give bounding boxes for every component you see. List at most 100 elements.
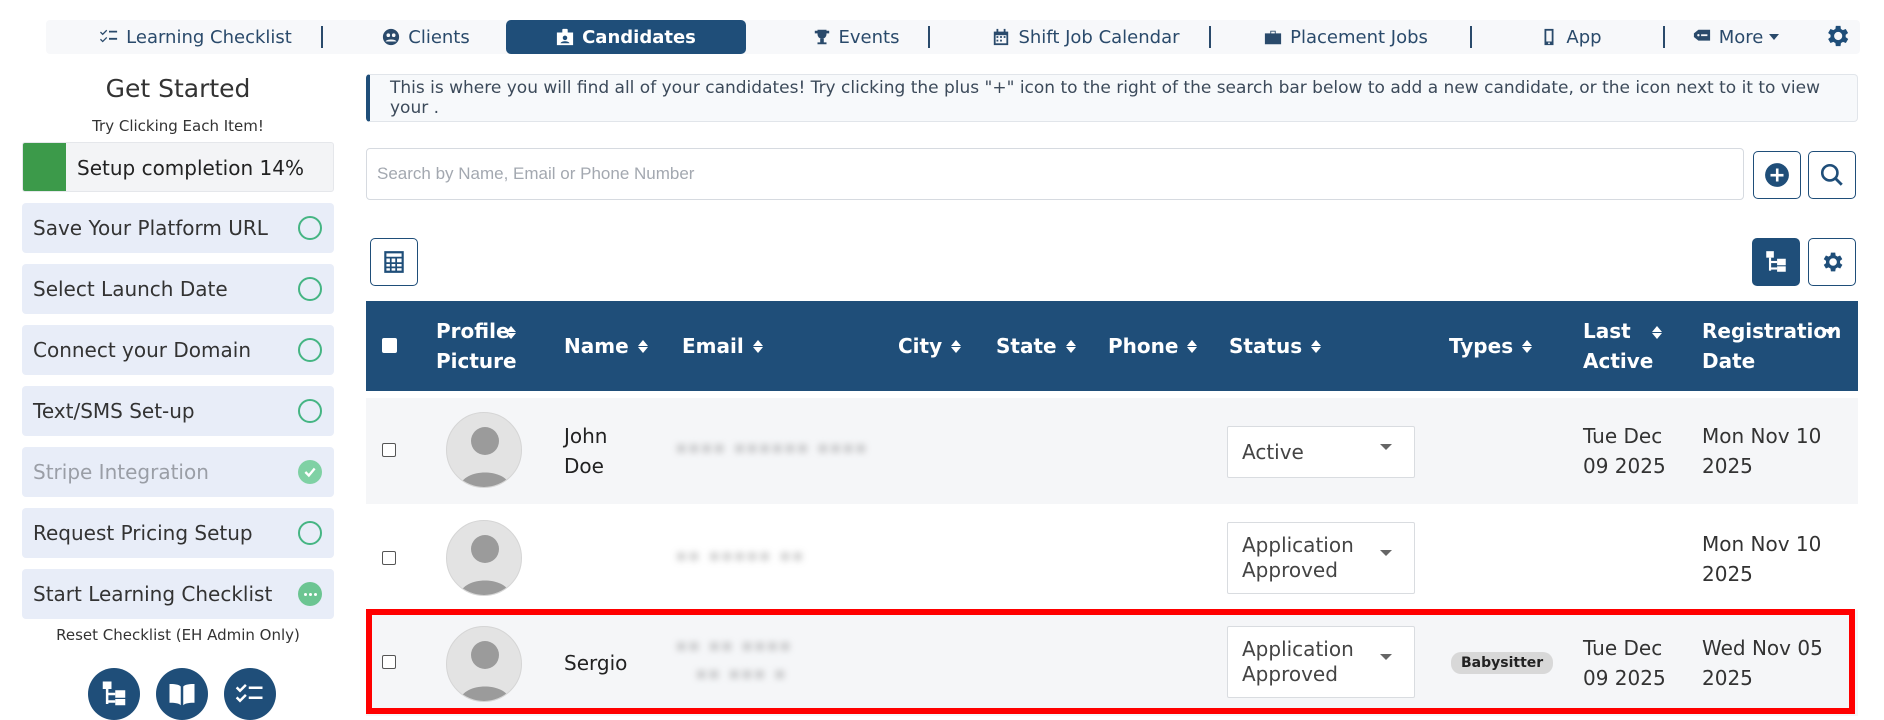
row-checkbox[interactable] — [382, 655, 396, 669]
column-header-types[interactable]: Types — [1449, 301, 1533, 391]
column-header-profile-picture[interactable]: Profile Picture — [436, 301, 532, 391]
candidate-email-blurred-line-2: •• ••• • — [696, 665, 788, 686]
sidebar-item-start-learning-checklist[interactable]: Start Learning Checklist — [22, 569, 334, 619]
avatar — [446, 626, 522, 702]
sort-desc-icon — [1824, 328, 1836, 336]
candidate-search-input[interactable] — [366, 148, 1744, 200]
user-silhouette-icon — [459, 535, 511, 595]
column-header-state[interactable]: State — [996, 301, 1076, 391]
status-select[interactable]: Application Approved — [1227, 626, 1415, 698]
candidates-table-header: Profile Picture Name Email City State Ph… — [366, 301, 1858, 391]
sitemap-view-button[interactable] — [1752, 238, 1800, 286]
add-candidate-button[interactable] — [1753, 151, 1801, 199]
candidate-email-blurred: •• •• •••• — [676, 637, 793, 658]
briefcase-icon — [1265, 30, 1282, 45]
search-button[interactable] — [1808, 151, 1856, 199]
caret-down-icon — [1380, 444, 1392, 450]
registration-date: Mon Nov 10 2025 — [1702, 424, 1822, 478]
sort-icon — [637, 339, 648, 353]
select-all-checkbox[interactable] — [382, 338, 397, 353]
progress-label: Setup completion 14% — [77, 156, 304, 180]
clients-icon — [383, 28, 400, 46]
registration-date: Mon Nov 10 2025 — [1702, 532, 1822, 586]
candidates-info-banner: This is where you will find all of your … — [366, 74, 1858, 122]
column-header-city[interactable]: City — [898, 301, 962, 391]
top-nav: Learning Checklist Clients Candidates Ev… — [46, 20, 1860, 54]
sidebar-item-select-launch-date[interactable]: Select Launch Date — [22, 264, 334, 314]
sidebar-item-save-platform-url[interactable]: Save Your Platform URL — [22, 203, 334, 253]
table-row[interactable]: Sergio •• •• •••• •• ••• • Application A… — [366, 610, 1858, 716]
nav-separator — [1470, 26, 1472, 48]
row-checkbox[interactable] — [382, 443, 396, 457]
checklist-icon — [100, 29, 118, 43]
candidate-type-badge: Babysitter — [1451, 652, 1554, 674]
sort-icon — [506, 325, 516, 339]
sidebar-item-stripe-integration[interactable]: Stripe Integration — [22, 447, 334, 497]
column-header-name[interactable]: Name — [564, 301, 648, 391]
open-book-icon — [169, 684, 195, 706]
avatar — [446, 412, 522, 488]
column-header-email[interactable]: Email — [682, 301, 763, 391]
nav-separator — [1663, 26, 1665, 48]
setup-progress-bar: Setup completion 14% — [22, 142, 334, 192]
mobile-icon — [1544, 28, 1554, 46]
export-spreadsheet-button[interactable] — [370, 238, 418, 286]
gear-icon — [1823, 252, 1843, 272]
status-select[interactable]: Active — [1227, 426, 1415, 478]
sidebar-title: Get Started — [105, 74, 251, 103]
circle-icon — [298, 521, 322, 545]
table-row[interactable]: •• ••••• •• Application Approved Mon Nov… — [366, 504, 1858, 610]
info-text: This is where you will find all of your … — [390, 78, 1820, 118]
nav-learning-checklist[interactable]: Learning Checklist — [96, 20, 296, 54]
column-header-status[interactable]: Status — [1229, 301, 1322, 391]
plus-circle-icon — [1765, 163, 1789, 187]
nav-shift-job-calendar[interactable]: Shift Job Calendar — [966, 20, 1206, 54]
nav-clients[interactable]: Clients — [366, 20, 486, 54]
nav-app[interactable]: App — [1516, 20, 1626, 54]
nav-events[interactable]: Events — [796, 20, 916, 54]
sidebar-item-request-pricing-setup[interactable]: Request Pricing Setup — [22, 508, 334, 558]
status-select[interactable]: Application Approved — [1227, 522, 1415, 594]
progress-fill — [23, 143, 67, 191]
table-row[interactable]: John Doe •••• •••••• •••• Active Tue Dec… — [366, 398, 1858, 504]
checklist-button[interactable] — [224, 668, 276, 720]
tag-icon — [1693, 29, 1710, 41]
sort-icon — [1652, 325, 1662, 339]
calendar-icon — [994, 28, 1009, 46]
sort-icon — [951, 339, 962, 353]
caret-down-icon — [1769, 34, 1780, 40]
circle-icon — [298, 399, 322, 423]
candidate-name[interactable]: John Doe — [564, 421, 624, 481]
sidebar-item-connect-domain[interactable]: Connect your Domain — [22, 325, 334, 375]
sort-icon — [1065, 339, 1076, 353]
search-icon — [1820, 163, 1843, 186]
nav-more-dropdown[interactable]: More — [1676, 20, 1796, 54]
checklist-icon — [235, 684, 263, 703]
sort-icon — [1522, 339, 1533, 353]
nav-separator — [321, 26, 323, 48]
table-settings-button[interactable] — [1808, 238, 1856, 286]
user-silhouette-icon — [459, 641, 511, 701]
nav-placement-jobs[interactable]: Placement Jobs — [1246, 20, 1446, 54]
circle-icon — [298, 216, 322, 240]
nav-separator — [928, 26, 930, 48]
row-checkbox[interactable] — [382, 551, 396, 565]
caret-down-icon — [1380, 654, 1392, 660]
id-card-icon — [556, 28, 574, 46]
reset-checklist-link[interactable]: Reset Checklist (EH Admin Only) — [22, 626, 334, 644]
gear-icon — [1828, 25, 1849, 47]
nav-candidates[interactable]: Candidates — [506, 20, 746, 54]
check-circle-icon — [298, 460, 322, 484]
settings-gear-button[interactable] — [1823, 22, 1851, 50]
column-header-phone[interactable]: Phone — [1108, 301, 1198, 391]
column-header-registration-date[interactable]: Registration Date — [1702, 301, 1852, 391]
user-silhouette-icon — [459, 427, 511, 487]
caret-down-icon — [1380, 550, 1392, 556]
sitemap-button[interactable] — [88, 668, 140, 720]
guide-book-button[interactable] — [156, 668, 208, 720]
avatar — [446, 520, 522, 596]
last-active-date: Tue Dec 09 2025 — [1583, 424, 1666, 478]
sidebar-item-text-sms-setup[interactable]: Text/SMS Set-up — [22, 386, 334, 436]
candidate-name[interactable]: Sergio — [564, 648, 627, 678]
column-header-last-active[interactable]: Last Active — [1583, 301, 1673, 391]
